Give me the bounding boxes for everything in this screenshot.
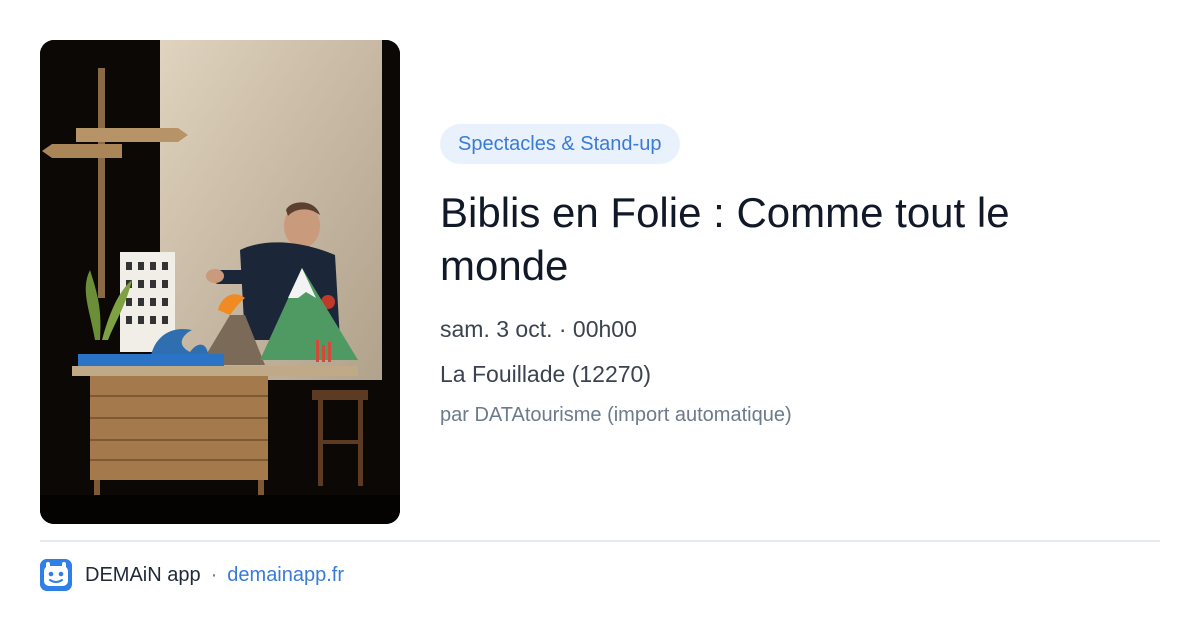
event-datetime: sam. 3 oct. · 00h00 [440, 316, 637, 342]
category-badge[interactable]: Spectacles & Stand-up [440, 124, 681, 164]
footer: DEMAiN app · demainapp.fr [40, 558, 344, 592]
event-photo [40, 40, 400, 524]
app-name: DEMAiN app [85, 563, 201, 586]
footer-separator: · [210, 563, 218, 586]
event-source: par DATAtourisme (import automatique) [440, 404, 792, 426]
domain-link[interactable]: demainapp.fr [227, 564, 344, 587]
divider [40, 540, 1160, 542]
event-details: Spectacles & Stand-up Biblis en Folie : … [440, 124, 1160, 428]
demain-app-icon [40, 559, 72, 591]
event-location: La Fouillade (12270) [440, 361, 651, 387]
event-title: Biblis en Folie : Comme tout le monde [440, 189, 1010, 289]
